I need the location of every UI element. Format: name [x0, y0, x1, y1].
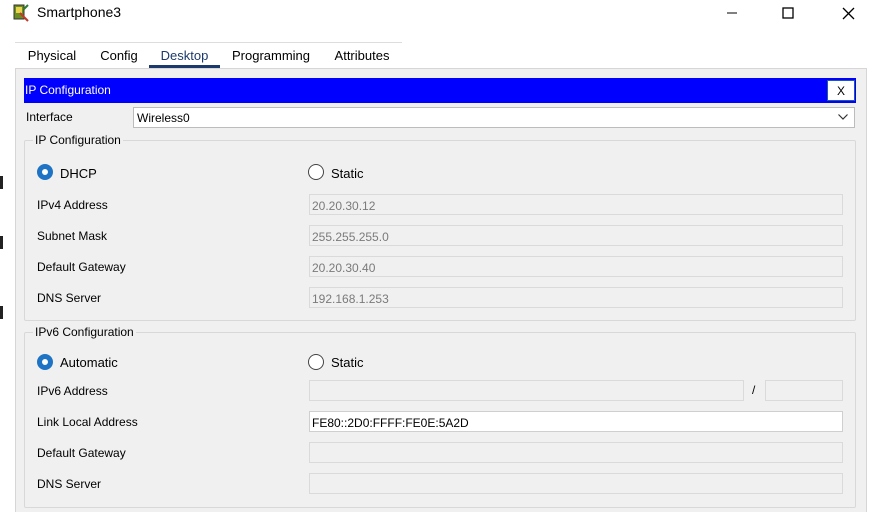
ipv4-dns-server-field[interactable]: 192.168.1.253: [309, 287, 843, 308]
ipv6-address-field[interactable]: [309, 380, 744, 401]
ipv4-group-legend: IP Configuration: [33, 133, 123, 147]
ipv6-group-legend: IPv6 Configuration: [33, 325, 136, 339]
ipv4-default-gateway-field[interactable]: 20.20.30.40: [309, 256, 843, 277]
ipv4-address-label: IPv4 Address: [37, 198, 108, 212]
close-icon: [842, 7, 854, 19]
ipv6-address-label: IPv6 Address: [37, 384, 108, 398]
tab-desktop[interactable]: Desktop: [149, 43, 220, 68]
ipv6-prefix-separator: /: [752, 383, 756, 397]
title-bar: Smartphone3: [0, 0, 880, 28]
ip-config-title: IP Configuration: [25, 83, 111, 97]
interface-select[interactable]: Wireless0: [133, 107, 855, 128]
ipv6-prefix-length-field[interactable]: [765, 380, 843, 401]
ipv6-default-gateway-label: Default Gateway: [37, 446, 126, 460]
tab-physical[interactable]: Physical: [17, 43, 87, 68]
ipv6-automatic-radio-label: Automatic: [60, 355, 118, 370]
close-ip-config-button[interactable]: X: [827, 80, 855, 101]
maximize-button[interactable]: [758, 0, 818, 26]
edge-mark: [0, 236, 3, 249]
minimize-button[interactable]: [702, 0, 762, 26]
subnet-mask-field[interactable]: 255.255.255.0: [309, 225, 843, 246]
ipv4-static-radio[interactable]: [308, 164, 324, 180]
close-window-button[interactable]: [818, 0, 878, 26]
tab-attributes[interactable]: Attributes: [323, 43, 401, 68]
ipv4-default-gateway-label: Default Gateway: [37, 260, 126, 274]
maximize-icon: [782, 7, 794, 19]
ipv6-static-radio[interactable]: [308, 354, 324, 370]
ipv4-address-field[interactable]: 20.20.30.12: [309, 194, 843, 215]
minimize-icon: [727, 12, 737, 14]
subnet-mask-label: Subnet Mask: [37, 229, 108, 243]
link-local-address-label: Link Local Address: [37, 415, 138, 429]
edge-mark: [0, 306, 3, 319]
tab-config[interactable]: Config: [93, 43, 145, 68]
tab-bar: Physical Config Desktop Programming Attr…: [15, 42, 402, 68]
ipv6-automatic-radio[interactable]: [37, 354, 53, 370]
window-title: Smartphone3: [37, 4, 122, 20]
ipv4-dns-server-label: DNS Server: [37, 291, 102, 305]
interface-label: Interface: [26, 110, 73, 124]
tab-programming[interactable]: Programming: [225, 43, 317, 68]
smartphone-app-icon: [13, 4, 29, 22]
chevron-down-icon: [838, 114, 848, 120]
ipv6-default-gateway-field[interactable]: [309, 442, 843, 463]
interface-selected-value: Wireless0: [137, 111, 190, 125]
dhcp-radio-label: DHCP: [60, 166, 97, 181]
dhcp-radio[interactable]: [37, 164, 53, 180]
background-window-edge: [0, 28, 5, 512]
edge-mark: [0, 176, 3, 189]
ipv6-dns-server-label: DNS Server: [37, 477, 102, 491]
ip-config-header-bar: IP Configuration: [24, 78, 856, 103]
link-local-address-field[interactable]: FE80::2D0:FFFF:FE0E:5A2D: [309, 411, 843, 432]
ipv6-static-radio-label: Static: [331, 355, 364, 370]
ipv4-static-radio-label: Static: [331, 166, 364, 181]
ipv6-dns-server-field[interactable]: [309, 473, 843, 494]
